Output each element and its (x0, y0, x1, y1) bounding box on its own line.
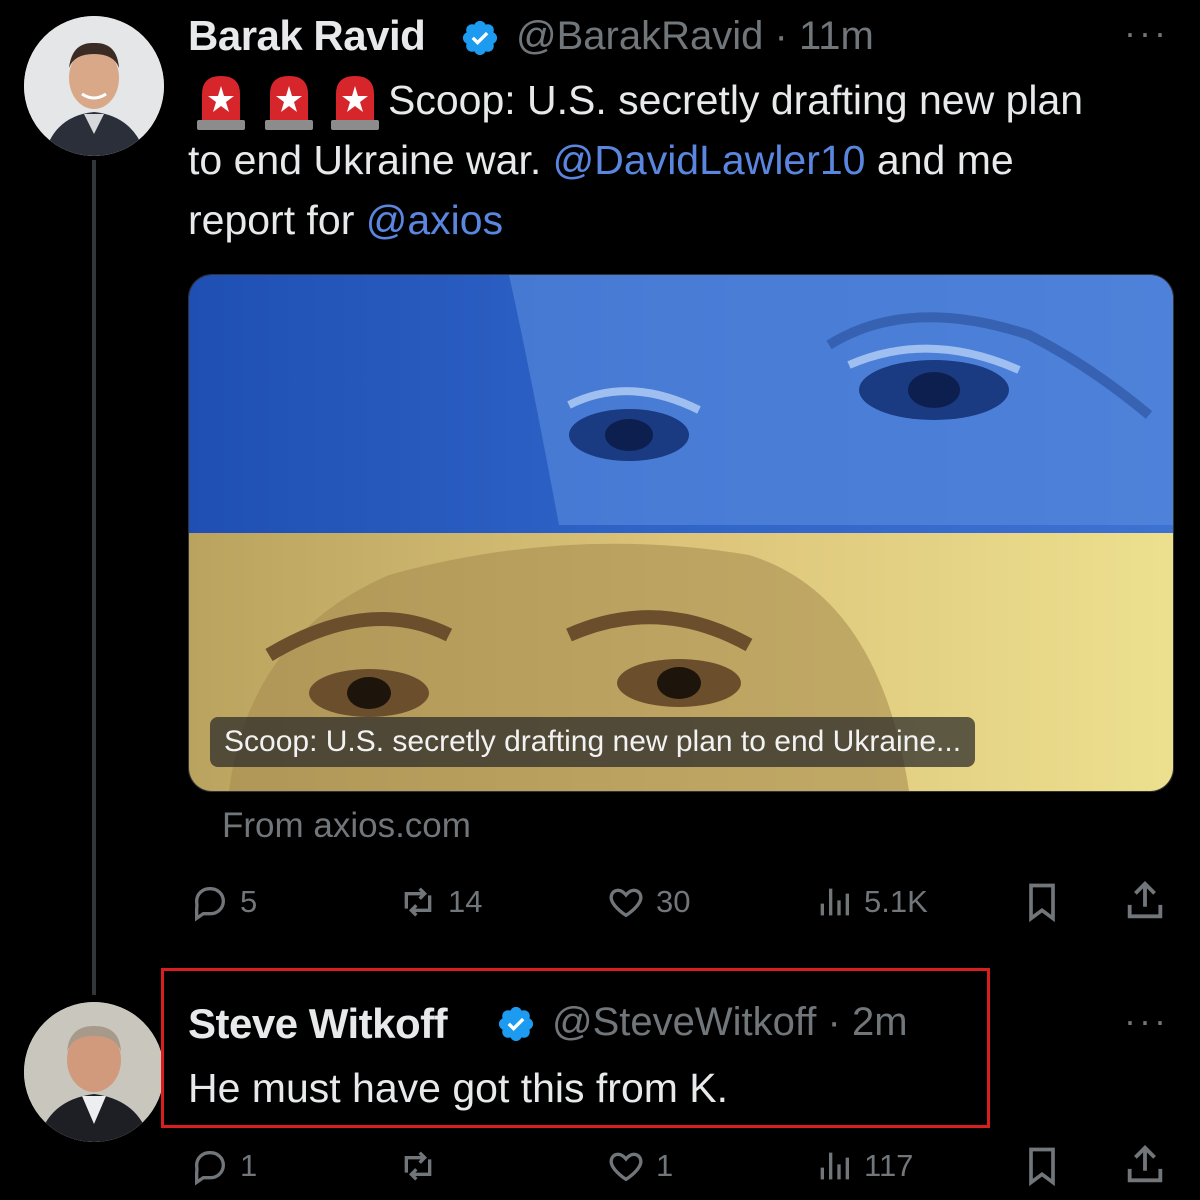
reply-button[interactable]: 5 (190, 882, 257, 922)
tweet-text: report for (188, 197, 355, 243)
timestamp[interactable]: 11m (799, 14, 874, 58)
avatar-image (24, 1002, 164, 1142)
card-image (189, 275, 1173, 791)
share-icon[interactable] (1122, 878, 1168, 924)
like-icon (609, 1152, 643, 1182)
avatar-barak-ravid[interactable] (24, 16, 164, 156)
like-button[interactable]: 1 (606, 1146, 673, 1186)
highlight-box (161, 968, 990, 1128)
repost-button[interactable] (398, 1146, 448, 1186)
repost-button[interactable]: 14 (398, 882, 482, 922)
views-button[interactable]: 117 (814, 1146, 913, 1186)
card-source[interactable]: From axios.com (222, 806, 471, 846)
reply-count: 5 (240, 884, 258, 919)
bookmark-icon[interactable] (1020, 1144, 1064, 1188)
view-count: 5.1K (864, 884, 928, 919)
like-icon (609, 888, 643, 918)
like-button[interactable]: 30 (606, 882, 690, 922)
mention-link[interactable]: @axios (366, 197, 503, 243)
view-count: 117 (864, 1148, 914, 1183)
siren-icon (331, 76, 379, 130)
reply-icon (194, 1151, 226, 1186)
views-icon (820, 1152, 849, 1180)
like-count: 1 (656, 1148, 674, 1183)
card-caption: Scoop: U.S. secretly drafting new plan t… (210, 717, 976, 767)
more-icon[interactable]: ··· (1124, 1000, 1169, 1042)
mention-link[interactable]: @DavidLawler10 (553, 137, 866, 183)
reply-icon (194, 887, 226, 922)
author-handle-line: @BarakRavid · 11m (516, 14, 874, 59)
reply-button[interactable]: 1 (190, 1146, 257, 1186)
tweet-text: to end Ukraine war. (188, 137, 542, 183)
views-button[interactable]: 5.1K (814, 882, 928, 922)
repost-icon (404, 887, 432, 917)
separator-dot: · (774, 14, 788, 58)
author-handle[interactable]: @BarakRavid (516, 14, 763, 58)
thread-connector-line (92, 160, 96, 995)
siren-icon (265, 76, 313, 130)
avatar-image (24, 16, 164, 156)
more-icon[interactable]: ··· (1124, 12, 1169, 54)
repost-icon (404, 1151, 432, 1181)
avatar-steve-witkoff[interactable] (24, 1002, 164, 1142)
tweet-text: and me (876, 137, 1014, 183)
tweet-text-line-1: Scoop: U.S. secretly drafting new plan (388, 77, 1084, 123)
link-card[interactable] (188, 274, 1174, 792)
views-icon (820, 888, 849, 916)
share-icon[interactable] (1122, 1142, 1168, 1188)
reply-count: 1 (240, 1148, 258, 1183)
repost-count: 14 (448, 884, 483, 919)
bookmark-icon[interactable] (1020, 880, 1064, 924)
siren-icon (197, 76, 245, 130)
like-count: 30 (656, 884, 691, 919)
author-name[interactable]: Barak Ravid (188, 12, 426, 60)
tweet-text-line-2: to end Ukraine war. @DavidLawler10 and m… (188, 130, 1014, 190)
verified-badge-icon (462, 20, 498, 56)
tweet-text-line-3: report for @axios (188, 190, 503, 250)
